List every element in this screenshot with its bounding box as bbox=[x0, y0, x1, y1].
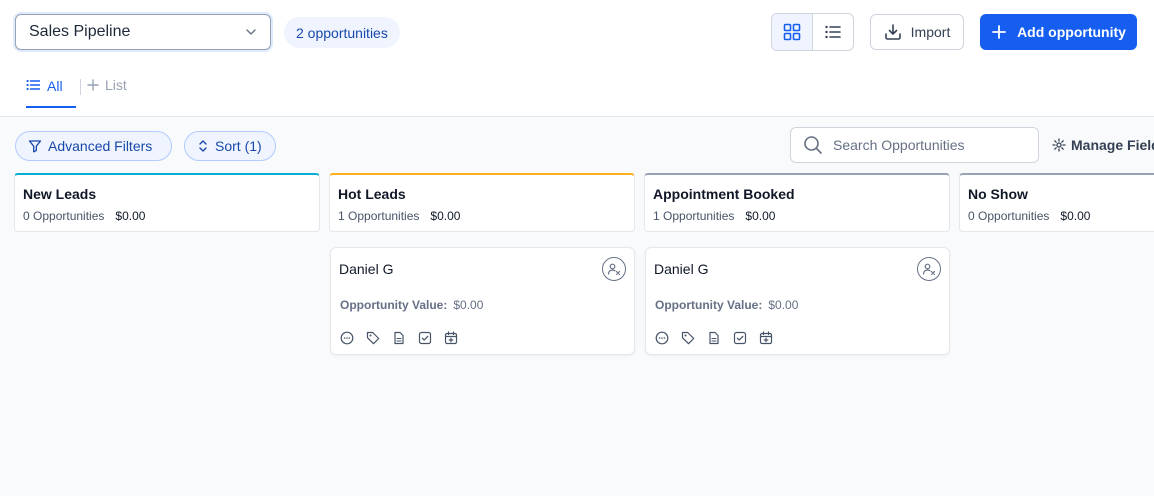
view-toggle bbox=[771, 13, 854, 51]
tag-icon[interactable] bbox=[681, 331, 695, 345]
grid-icon bbox=[783, 23, 801, 41]
stage-total: $0.00 bbox=[430, 209, 461, 223]
add-opportunity-label: Add opportunity bbox=[1017, 24, 1126, 40]
stage-name: New Leads bbox=[23, 186, 97, 202]
stage-header-no-show: No Show 0 Opportunities $0.00 bbox=[959, 173, 1154, 232]
list-icon bbox=[825, 25, 841, 39]
manage-fields-label: Manage Fields bbox=[1071, 137, 1154, 153]
gear-icon bbox=[1052, 138, 1066, 152]
stage-count: 0 Opportunities bbox=[23, 209, 105, 223]
stage-count: 1 Opportunities bbox=[338, 209, 420, 223]
tab-all-label: All bbox=[47, 78, 63, 94]
board-view-button[interactable] bbox=[772, 14, 813, 50]
user-unassigned-icon bbox=[922, 263, 936, 276]
tag-icon[interactable] bbox=[366, 331, 380, 345]
import-button-label: Import bbox=[910, 24, 951, 40]
stage-name: No Show bbox=[968, 186, 1028, 202]
stage-total: $0.00 bbox=[115, 209, 146, 223]
sort-icon bbox=[199, 140, 207, 152]
stage-name: Appointment Booked bbox=[653, 186, 795, 202]
chat-icon[interactable] bbox=[340, 331, 354, 345]
tab-all[interactable]: All bbox=[26, 76, 65, 110]
assign-user-button[interactable] bbox=[602, 257, 626, 281]
opportunity-count-badge: 2 opportunities bbox=[284, 17, 400, 48]
plus-icon bbox=[992, 25, 1006, 39]
chevron-down-icon bbox=[246, 29, 256, 35]
calendar-add-icon[interactable] bbox=[759, 331, 773, 345]
stage-count: 1 Opportunities bbox=[653, 209, 735, 223]
user-unassigned-icon bbox=[607, 263, 621, 276]
opportunity-value: $0.00 bbox=[768, 298, 799, 312]
add-opportunity-button[interactable]: Add opportunity bbox=[980, 14, 1137, 50]
list-view-button[interactable] bbox=[813, 14, 854, 50]
document-icon[interactable] bbox=[392, 331, 406, 345]
opportunity-card[interactable]: Daniel G Opportunity Value: $0.00 bbox=[330, 247, 635, 355]
stage-count: 0 Opportunities bbox=[968, 209, 1050, 223]
top-bar: Sales Pipeline 2 opportunities Import Ad… bbox=[0, 0, 1154, 117]
contact-name: Daniel G bbox=[339, 261, 394, 277]
list-icon bbox=[26, 79, 40, 91]
task-checkbox-icon[interactable] bbox=[418, 331, 432, 345]
download-icon bbox=[884, 24, 901, 40]
calendar-add-icon[interactable] bbox=[444, 331, 458, 345]
active-tab-indicator bbox=[26, 106, 76, 108]
plus-icon bbox=[87, 79, 99, 91]
opportunity-value-label: Opportunity Value: bbox=[655, 298, 763, 312]
contact-name: Daniel G bbox=[654, 261, 709, 277]
stage-header-hot-leads: Hot Leads 1 Opportunities $0.00 bbox=[329, 173, 635, 232]
sort-button[interactable]: Sort (1) bbox=[184, 131, 276, 161]
assign-user-button[interactable] bbox=[917, 257, 941, 281]
sort-label: Sort (1) bbox=[215, 138, 262, 154]
opportunity-card[interactable]: Daniel G Opportunity Value: $0.00 bbox=[645, 247, 950, 355]
opportunity-value-label: Opportunity Value: bbox=[340, 298, 448, 312]
add-list-label: List bbox=[105, 77, 127, 93]
import-button[interactable]: Import bbox=[870, 14, 964, 50]
search-input[interactable] bbox=[833, 137, 1023, 153]
manage-fields-button[interactable]: Manage Fields bbox=[1052, 137, 1154, 153]
add-list-tab[interactable]: List bbox=[87, 77, 127, 93]
opportunity-value: $0.00 bbox=[453, 298, 484, 312]
pipeline-select-label: Sales Pipeline bbox=[29, 23, 131, 40]
filter-icon bbox=[28, 140, 42, 153]
search-box bbox=[790, 127, 1039, 163]
chat-icon[interactable] bbox=[655, 331, 669, 345]
stage-header-new-leads: New Leads 0 Opportunities $0.00 bbox=[14, 173, 320, 232]
document-icon[interactable] bbox=[707, 331, 721, 345]
advanced-filters-label: Advanced Filters bbox=[48, 138, 153, 154]
stage-header-appointment-booked: Appointment Booked 1 Opportunities $0.00 bbox=[644, 173, 950, 232]
tab-divider bbox=[80, 79, 81, 95]
search-icon bbox=[804, 136, 822, 154]
stage-name: Hot Leads bbox=[338, 186, 406, 202]
stage-total: $0.00 bbox=[745, 209, 776, 223]
advanced-filters-button[interactable]: Advanced Filters bbox=[15, 131, 172, 161]
task-checkbox-icon[interactable] bbox=[733, 331, 747, 345]
pipeline-select[interactable]: Sales Pipeline bbox=[15, 14, 271, 50]
stage-total: $0.00 bbox=[1060, 209, 1091, 223]
